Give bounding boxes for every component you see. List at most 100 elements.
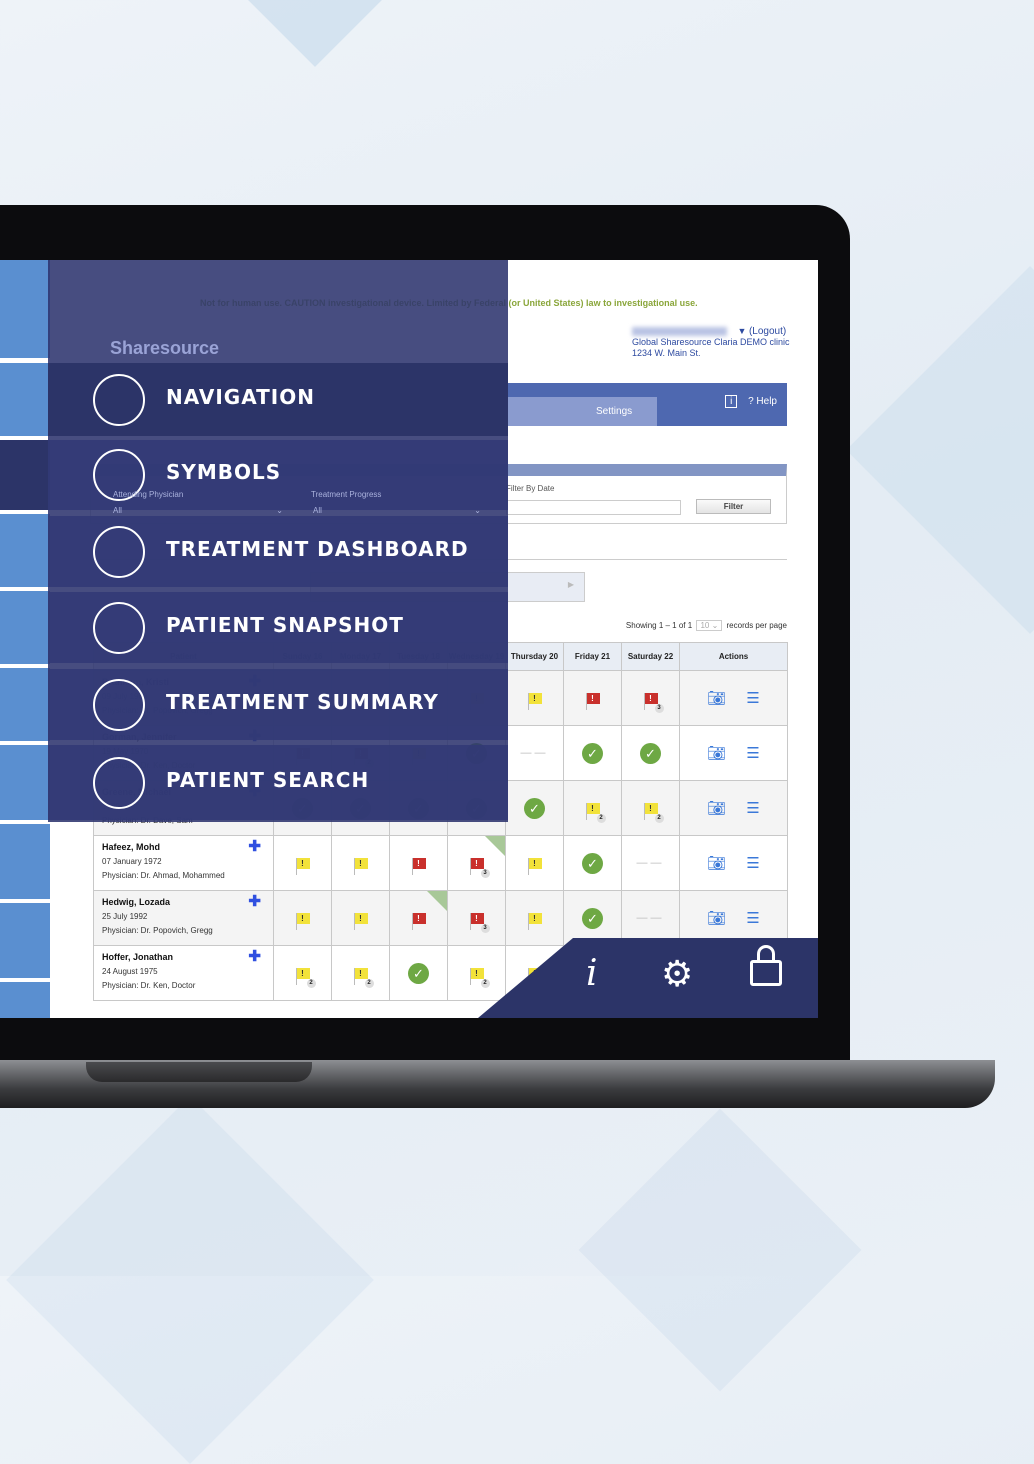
user-dropdown-icon[interactable]: ▼: [738, 326, 747, 336]
settings-sliders-icon[interactable]: ☰: [746, 800, 759, 817]
screen: Not for human use. CAUTION investigation…: [0, 260, 818, 1018]
patient-physician: Physician: Dr. Ahmad, Mohammed: [102, 871, 225, 880]
help-icon[interactable]: ?: [748, 396, 754, 407]
patient-name[interactable]: Hoffer, Jonathan: [102, 952, 173, 962]
patient-dob: 24 August 1975: [102, 967, 158, 976]
bg-diamond: [846, 266, 1034, 634]
day-cell[interactable]: ! 3: [621, 670, 680, 726]
day-cell[interactable]: !: [273, 835, 332, 891]
count-badge: 3: [654, 703, 664, 713]
day-cell[interactable]: ✓: [563, 725, 622, 781]
day-cell[interactable]: !: [331, 890, 390, 946]
patient-name[interactable]: Hafeez, Mohd: [102, 842, 160, 852]
no-data-dash: ——: [520, 747, 549, 759]
menu-item-patient-snapshot[interactable]: PATIENT SNAPSHOT: [48, 592, 508, 663]
filter-button[interactable]: Filter: [696, 499, 771, 514]
menu-item-symbols[interactable]: SYMBOLS: [48, 440, 508, 510]
patient-cell[interactable]: Hedwig, Lozada ✚ 25 July 1992 Physician: Dr…: [93, 890, 274, 946]
day-cell[interactable]: !: [389, 890, 448, 946]
no-data-dash: ——: [636, 857, 665, 869]
day-cell[interactable]: !2: [621, 780, 680, 836]
menu-item-treatment-dashboard[interactable]: TREATMENT DASHBOARD: [48, 516, 508, 587]
add-icon[interactable]: ✚: [248, 949, 261, 964]
table-row[interactable]: Hafeez, Mohd ✚ 07 January 1972 Physician: D…: [93, 835, 788, 891]
per-page-select[interactable]: 10 ⌄: [696, 620, 723, 631]
menu-item-navigation[interactable]: NAVIGATION: [48, 363, 508, 436]
side-strip: [0, 745, 50, 820]
day-cell[interactable]: !: [389, 835, 448, 891]
bg-diamond: [6, 1096, 374, 1464]
help-link[interactable]: Help: [756, 396, 777, 407]
manual-icon[interactable]: i: [725, 395, 738, 408]
physician-value: All: [113, 506, 122, 515]
day-cell[interactable]: ✓: [505, 780, 564, 836]
table-row[interactable]: Hedwig, Lozada ✚ 25 July 1992 Physician: Dr…: [93, 890, 788, 946]
patient-physician: Physician: Dr. Ken, Doctor: [102, 981, 196, 990]
date-filter-input[interactable]: [506, 500, 681, 515]
day-cell[interactable]: ! 3: [447, 835, 506, 891]
progress-select[interactable]: All ⌄: [313, 506, 481, 515]
settings-sliders-icon[interactable]: ☰: [746, 745, 759, 762]
yellow-flag-icon: !2: [469, 967, 490, 988]
gear-icon[interactable]: ⚙: [661, 952, 693, 996]
camera-icon[interactable]: 📷︎: [707, 690, 726, 707]
patient-physician: Physician: Dr. Popovich, Gregg: [102, 926, 213, 935]
day-cell[interactable]: !: [505, 835, 564, 891]
yellow-flag-icon: !2: [353, 967, 374, 988]
info-icon[interactable]: i: [586, 952, 598, 996]
no-data-dash: ——: [636, 912, 665, 924]
menu-item-patient-search[interactable]: PATIENT SEARCH: [48, 745, 508, 820]
day-cell[interactable]: !: [505, 890, 564, 946]
column-header: Saturday 22: [621, 642, 680, 671]
logout-link[interactable]: (Logout): [749, 326, 786, 337]
next-week-icon[interactable]: ▶: [568, 580, 574, 589]
yellow-flag-icon: !: [527, 857, 542, 875]
per-page-label: records per page: [726, 621, 787, 630]
settings-sliders-icon[interactable]: ☰: [746, 855, 759, 872]
user-name-blurred[interactable]: [632, 327, 727, 337]
yellow-flag-icon: !: [295, 912, 310, 930]
menu-item-label: PATIENT SNAPSHOT: [166, 612, 404, 637]
add-icon[interactable]: ✚: [248, 839, 261, 854]
yellow-flag-icon: !: [295, 857, 310, 875]
day-cell[interactable]: ——: [621, 890, 680, 946]
camera-icon[interactable]: 📷︎: [707, 910, 726, 927]
patient-dob: 07 January 1972: [102, 857, 162, 866]
day-cell[interactable]: !2: [447, 945, 506, 1001]
day-cell[interactable]: !2: [273, 945, 332, 1001]
side-strip: [0, 668, 50, 741]
day-cell[interactable]: ✓: [389, 945, 448, 1001]
red-flag-icon: ! 3: [643, 692, 664, 713]
day-cell[interactable]: ——: [621, 835, 680, 891]
day-cell[interactable]: ! 3: [447, 890, 506, 946]
settings-sliders-icon[interactable]: ☰: [746, 690, 759, 707]
day-cell[interactable]: !: [273, 890, 332, 946]
physician-select[interactable]: All ⌄: [113, 506, 283, 515]
side-strip: [0, 260, 50, 358]
menu-item-treatment-summary[interactable]: TREATMENT SUMMARY: [48, 669, 508, 740]
side-strip: [0, 363, 50, 436]
day-cell[interactable]: ✓: [621, 725, 680, 781]
lock-icon[interactable]: [750, 945, 782, 986]
camera-icon[interactable]: 📷︎: [707, 855, 726, 872]
day-cell[interactable]: !2: [331, 945, 390, 1001]
side-strip: [0, 982, 50, 1018]
add-icon[interactable]: ✚: [248, 894, 261, 909]
patient-name[interactable]: Hedwig, Lozada: [102, 897, 170, 907]
yellow-flag-icon: !2: [585, 802, 606, 823]
camera-icon[interactable]: 📷︎: [707, 800, 726, 817]
patient-cell[interactable]: Hafeez, Mohd ✚ 07 January 1972 Physician: D…: [93, 835, 274, 891]
day-cell[interactable]: !: [563, 670, 622, 726]
day-cell[interactable]: ✓: [563, 890, 622, 946]
day-cell[interactable]: ——: [505, 725, 564, 781]
side-strip: [0, 824, 50, 899]
day-cell[interactable]: !: [505, 670, 564, 726]
chevron-down-icon: ⌄: [474, 506, 481, 515]
tab-settings[interactable]: Settings: [500, 397, 657, 426]
day-cell[interactable]: ✓: [563, 835, 622, 891]
day-cell[interactable]: !: [331, 835, 390, 891]
patient-cell[interactable]: Hoffer, Jonathan ✚ 24 August 1975 Physician…: [93, 945, 274, 1001]
day-cell[interactable]: !2: [563, 780, 622, 836]
camera-icon[interactable]: 📷︎: [707, 745, 726, 762]
settings-sliders-icon[interactable]: ☰: [746, 910, 759, 927]
